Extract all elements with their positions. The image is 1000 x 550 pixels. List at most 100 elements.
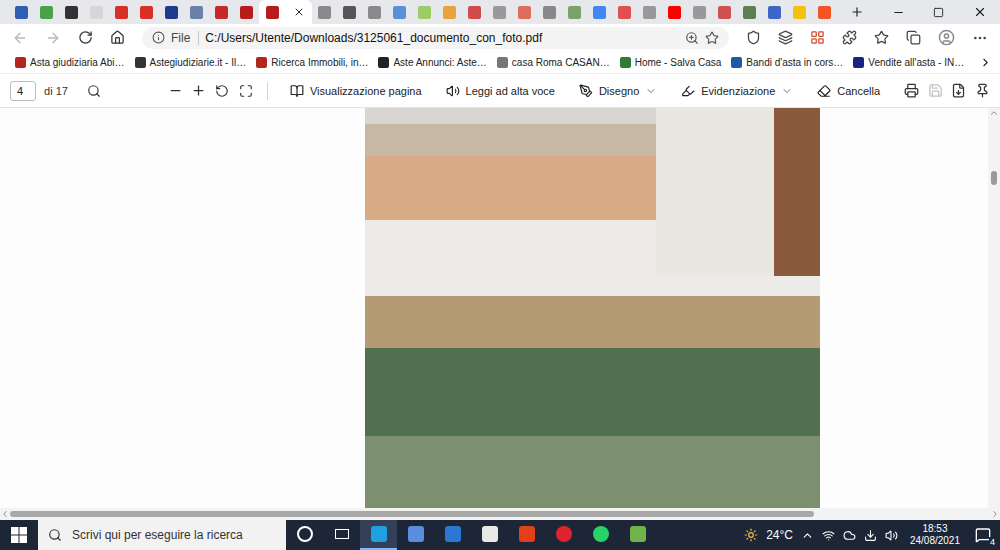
browser-tab[interactable]	[337, 0, 362, 24]
clock[interactable]: 18:5324/08/2021	[906, 523, 964, 547]
pdf-tool-button[interactable]: Evidenziazione	[673, 82, 801, 100]
browser-tab[interactable]	[159, 0, 184, 24]
minimize-button[interactable]	[878, 0, 919, 24]
forward-button[interactable]	[45, 30, 61, 46]
close-button[interactable]	[959, 0, 1000, 24]
taskbar-app[interactable]	[582, 520, 619, 550]
taskbar-app[interactable]	[286, 520, 323, 550]
vertical-scroll-thumb[interactable]	[991, 171, 997, 185]
taskbar-app[interactable]	[323, 520, 360, 550]
browser-tab[interactable]	[312, 0, 337, 24]
taskbar-app[interactable]	[397, 520, 434, 550]
pdf-tool-button[interactable]: Leggi ad alta voce	[438, 82, 563, 100]
chevron-down-icon[interactable]	[645, 85, 657, 97]
profile-icon[interactable]	[938, 29, 955, 46]
browser-tab[interactable]	[587, 0, 612, 24]
scroll-right-icon[interactable]	[990, 509, 1000, 519]
favorite-item[interactable]: casa Roma CASAN…	[494, 57, 613, 68]
extension-grid-icon[interactable]	[810, 30, 825, 45]
browser-tab[interactable]	[59, 0, 84, 24]
tray-expand-icon[interactable]	[801, 529, 814, 542]
taskbar-app[interactable]	[471, 520, 508, 550]
browser-tab[interactable]	[737, 0, 762, 24]
browser-tab[interactable]	[637, 0, 662, 24]
horizontal-scroll-thumb[interactable]	[10, 511, 814, 517]
browser-tab[interactable]	[537, 0, 562, 24]
browser-tab[interactable]	[762, 0, 787, 24]
browser-tab[interactable]	[362, 0, 387, 24]
scroll-left-icon[interactable]	[0, 509, 10, 519]
cloud-icon[interactable]	[843, 529, 856, 542]
browser-tab[interactable]	[687, 0, 712, 24]
browser-tab[interactable]	[512, 0, 537, 24]
home-button[interactable]	[110, 30, 125, 45]
browser-tab[interactable]	[612, 0, 637, 24]
weather-text[interactable]: 24°C	[766, 528, 793, 542]
favorite-item[interactable]: Home - Salva Casa	[617, 57, 725, 68]
browser-tab[interactable]	[184, 0, 209, 24]
more-icon[interactable]	[972, 30, 988, 46]
taskbar-app[interactable]	[619, 520, 656, 550]
scroll-up-icon[interactable]	[989, 108, 999, 118]
new-tab-button[interactable]	[837, 0, 878, 24]
back-button[interactable]	[12, 30, 28, 46]
shield-icon[interactable]	[746, 30, 761, 45]
refresh-button[interactable]	[78, 30, 93, 45]
network-icon[interactable]	[822, 529, 835, 542]
favorite-item[interactable]: Bandi d'asta in cors…	[728, 57, 846, 68]
taskbar-search[interactable]: Scrivi qui per eseguire la ricerca	[38, 520, 286, 550]
browser-tab[interactable]	[412, 0, 437, 24]
rotate-button[interactable]	[214, 84, 229, 98]
browser-tab[interactable]	[134, 0, 159, 24]
favorite-item[interactable]: Asta giudiziaria Abi…	[12, 57, 128, 68]
favorite-item[interactable]: Vendite all'asta - IN…	[850, 57, 967, 68]
browser-tab[interactable]	[487, 0, 512, 24]
browser-tab[interactable]	[662, 0, 687, 24]
start-button[interactable]	[0, 520, 38, 550]
page-input[interactable]: 4	[10, 81, 36, 101]
url-text[interactable]: C:/Users/Utente/Downloads/3125061_docume…	[205, 31, 679, 45]
favorite-star-icon[interactable]	[705, 31, 719, 45]
favorite-item[interactable]: Astegiudiziarie.it - Il…	[132, 57, 250, 68]
taskbar-app[interactable]	[360, 520, 397, 550]
browser-tab[interactable]	[812, 0, 837, 24]
pdf-tool-button[interactable]: Disegno	[571, 82, 665, 100]
print-button[interactable]	[904, 83, 919, 98]
taskbar-app[interactable]	[508, 520, 545, 550]
browser-tab[interactable]	[712, 0, 737, 24]
notification-button[interactable]: 4	[972, 524, 994, 546]
close-icon[interactable]	[293, 6, 305, 18]
browser-tab[interactable]	[34, 0, 59, 24]
browser-tab[interactable]	[437, 0, 462, 24]
taskbar-app[interactable]	[545, 520, 582, 550]
volume-icon[interactable]	[885, 529, 898, 542]
address-field[interactable]: FileC:/Users/Utente/Downloads/3125061_do…	[142, 27, 729, 49]
pdf-tool-button[interactable]: Cancella	[809, 82, 888, 100]
download-icon[interactable]	[864, 529, 877, 542]
browser-tab[interactable]	[387, 0, 412, 24]
browser-tab[interactable]	[462, 0, 487, 24]
chevron-down-icon[interactable]	[781, 85, 793, 97]
vertical-scrollbar[interactable]	[988, 108, 1000, 508]
weather-icon[interactable]	[744, 528, 758, 542]
fit-button[interactable]	[238, 84, 253, 98]
layers-icon[interactable]	[778, 30, 793, 45]
maximize-button[interactable]	[919, 0, 960, 24]
browser-tab[interactable]	[84, 0, 109, 24]
browser-tab[interactable]	[259, 0, 312, 24]
pin-button[interactable]	[974, 83, 989, 98]
horizontal-scrollbar[interactable]	[0, 508, 1000, 520]
browser-tab[interactable]	[209, 0, 234, 24]
zoom-out-button[interactable]	[167, 83, 182, 98]
zoom-icon[interactable]	[685, 31, 699, 45]
browser-tab[interactable]	[234, 0, 259, 24]
zoom-in-button[interactable]	[191, 83, 206, 98]
browser-tab[interactable]	[787, 0, 812, 24]
pdf-tool-button[interactable]: Visualizzazione pagina	[282, 82, 430, 100]
chevron-right-icon[interactable]	[979, 56, 992, 69]
save-as-button[interactable]	[951, 83, 966, 98]
browser-tab[interactable]	[562, 0, 587, 24]
favorite-item[interactable]: Ricerca Immobili, in…	[253, 57, 371, 68]
favorite-item[interactable]: Aste Annunci: Aste…	[375, 57, 489, 68]
browser-tab[interactable]	[9, 0, 34, 24]
